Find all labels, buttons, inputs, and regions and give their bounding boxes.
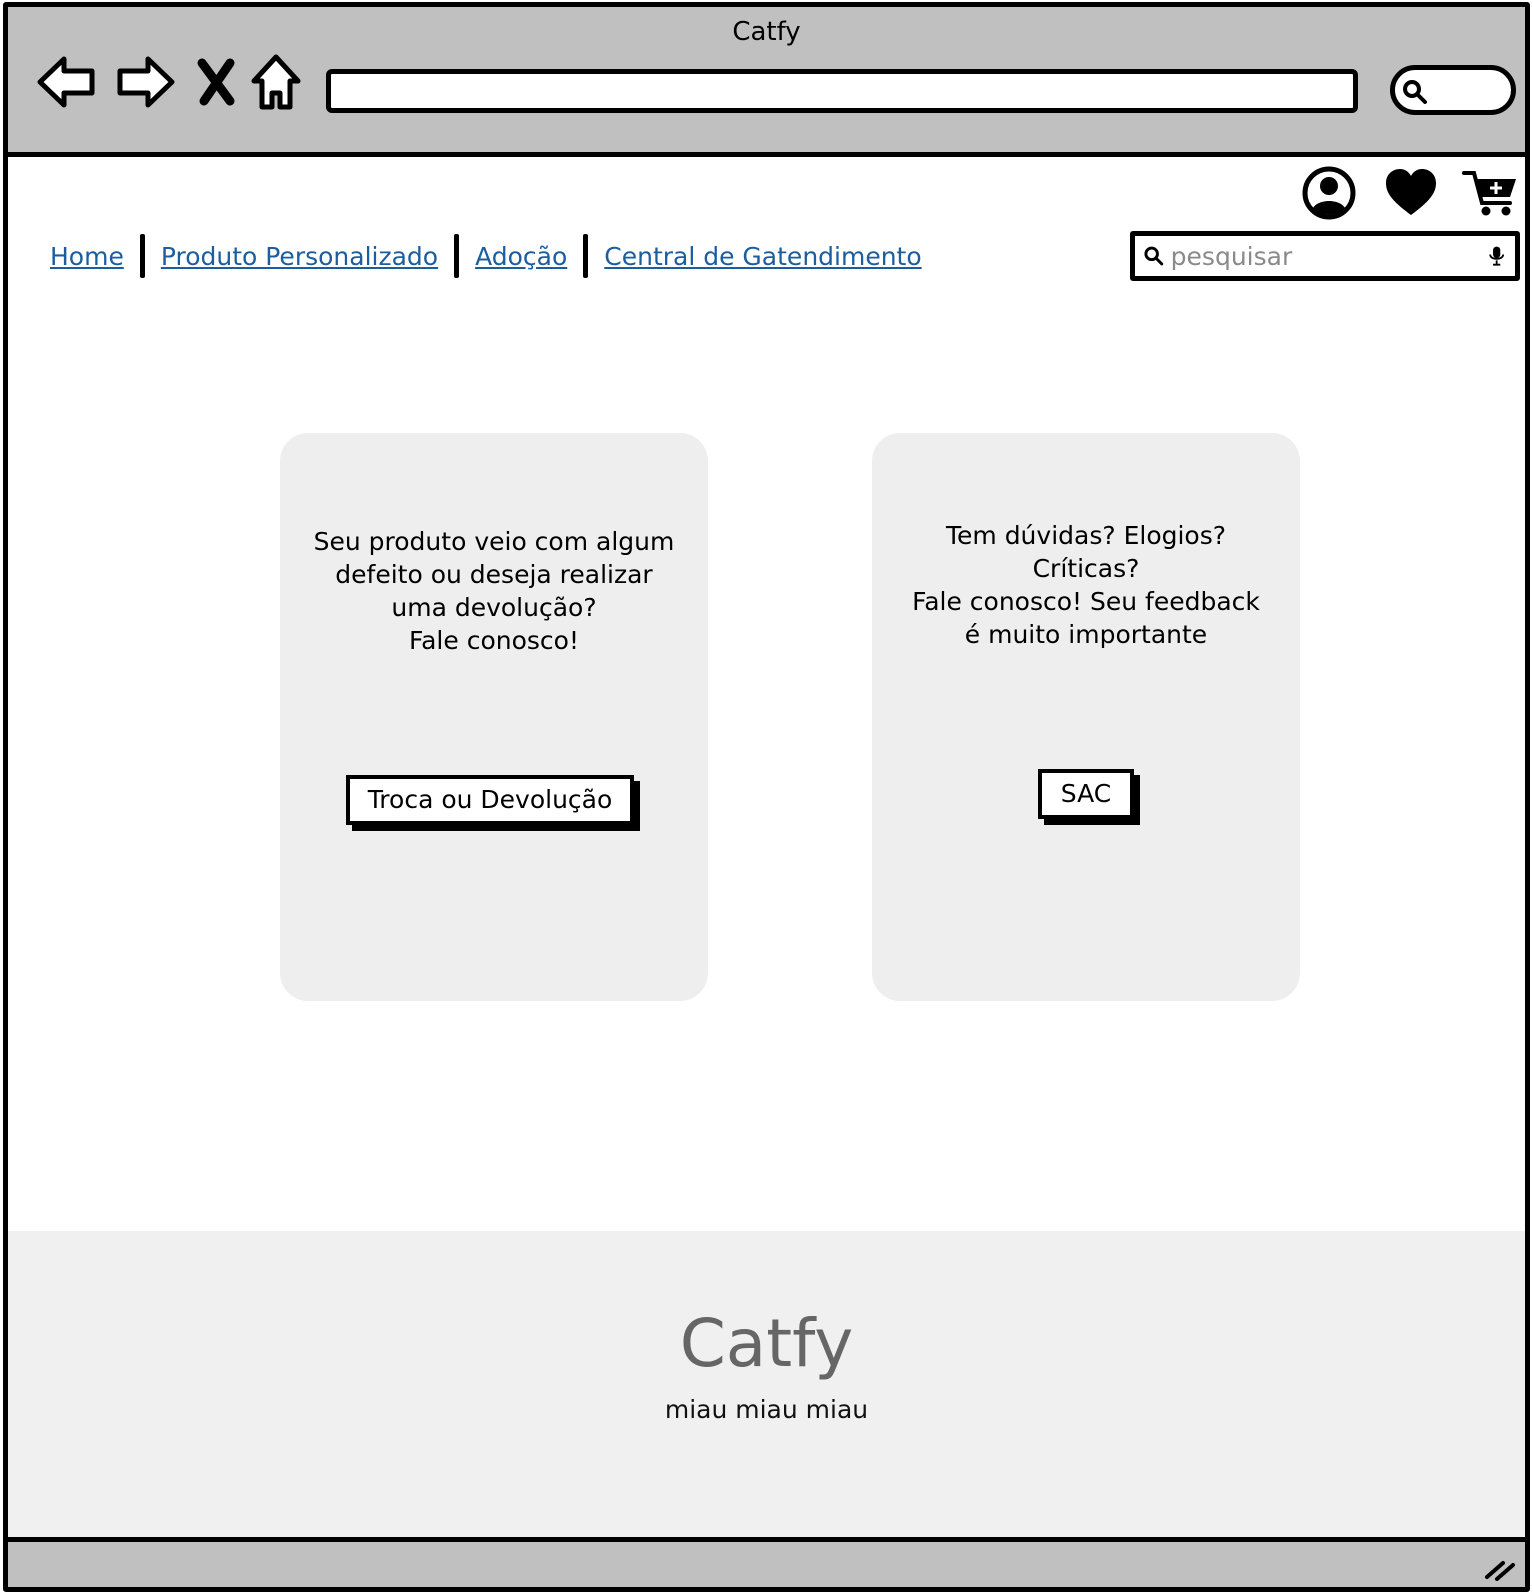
feedback-card-text: Tem dúvidas? Elogios? Críticas? Fale con… [912,521,1260,649]
arrow-left-icon[interactable] [34,49,100,115]
browser-window: Catfy Home Produto Personalizado Adoção … [3,2,1530,1592]
nav-link-produto-personalizado[interactable]: Produto Personalizado [161,242,438,271]
resize-grip-icon[interactable] [1483,1551,1517,1581]
microphone-icon[interactable] [1488,241,1505,271]
address-bar[interactable] [326,69,1358,113]
main-nav: Home Produto Personalizado Adoção Centra… [50,233,922,279]
exchange-return-button[interactable]: Troca ou Devolução [346,775,634,825]
feedback-card: Tem dúvidas? Elogios? Críticas? Fale con… [872,433,1300,1001]
add-to-cart-icon[interactable] [1462,165,1520,221]
home-icon[interactable] [248,49,304,115]
nav-link-adocao[interactable]: Adoção [475,242,567,271]
nav-link-home[interactable]: Home [50,242,124,271]
nav-divider [139,234,145,278]
close-icon[interactable] [188,49,244,115]
search-icon [1403,80,1427,104]
returns-card-text: Seu produto veio com algum defeito ou de… [313,527,675,655]
nav-divider [583,234,589,278]
user-circle-icon[interactable] [1300,165,1358,221]
browser-toolbar: Catfy [8,7,1525,157]
arrow-right-icon[interactable] [112,49,178,115]
search-input[interactable] [1170,238,1488,274]
returns-card: Seu produto veio com algum defeito ou de… [280,433,708,1001]
site-search-box[interactable] [1130,231,1520,281]
search-icon [1144,246,1164,266]
heart-icon[interactable] [1382,165,1440,221]
browser-search-field[interactable] [1390,65,1516,115]
footer-tagline: miau miau miau [664,1395,869,1424]
nav-divider [454,234,460,278]
window-title: Catfy [732,17,801,47]
nav-link-central-de-gatendimento[interactable]: Central de Gatendimento [604,242,921,271]
sac-button[interactable]: SAC [1038,769,1134,819]
page-footer: Catfy miau miau miau [8,1231,1525,1547]
footer-brand: Catfy [679,1305,854,1382]
browser-statusbar [8,1537,1525,1587]
